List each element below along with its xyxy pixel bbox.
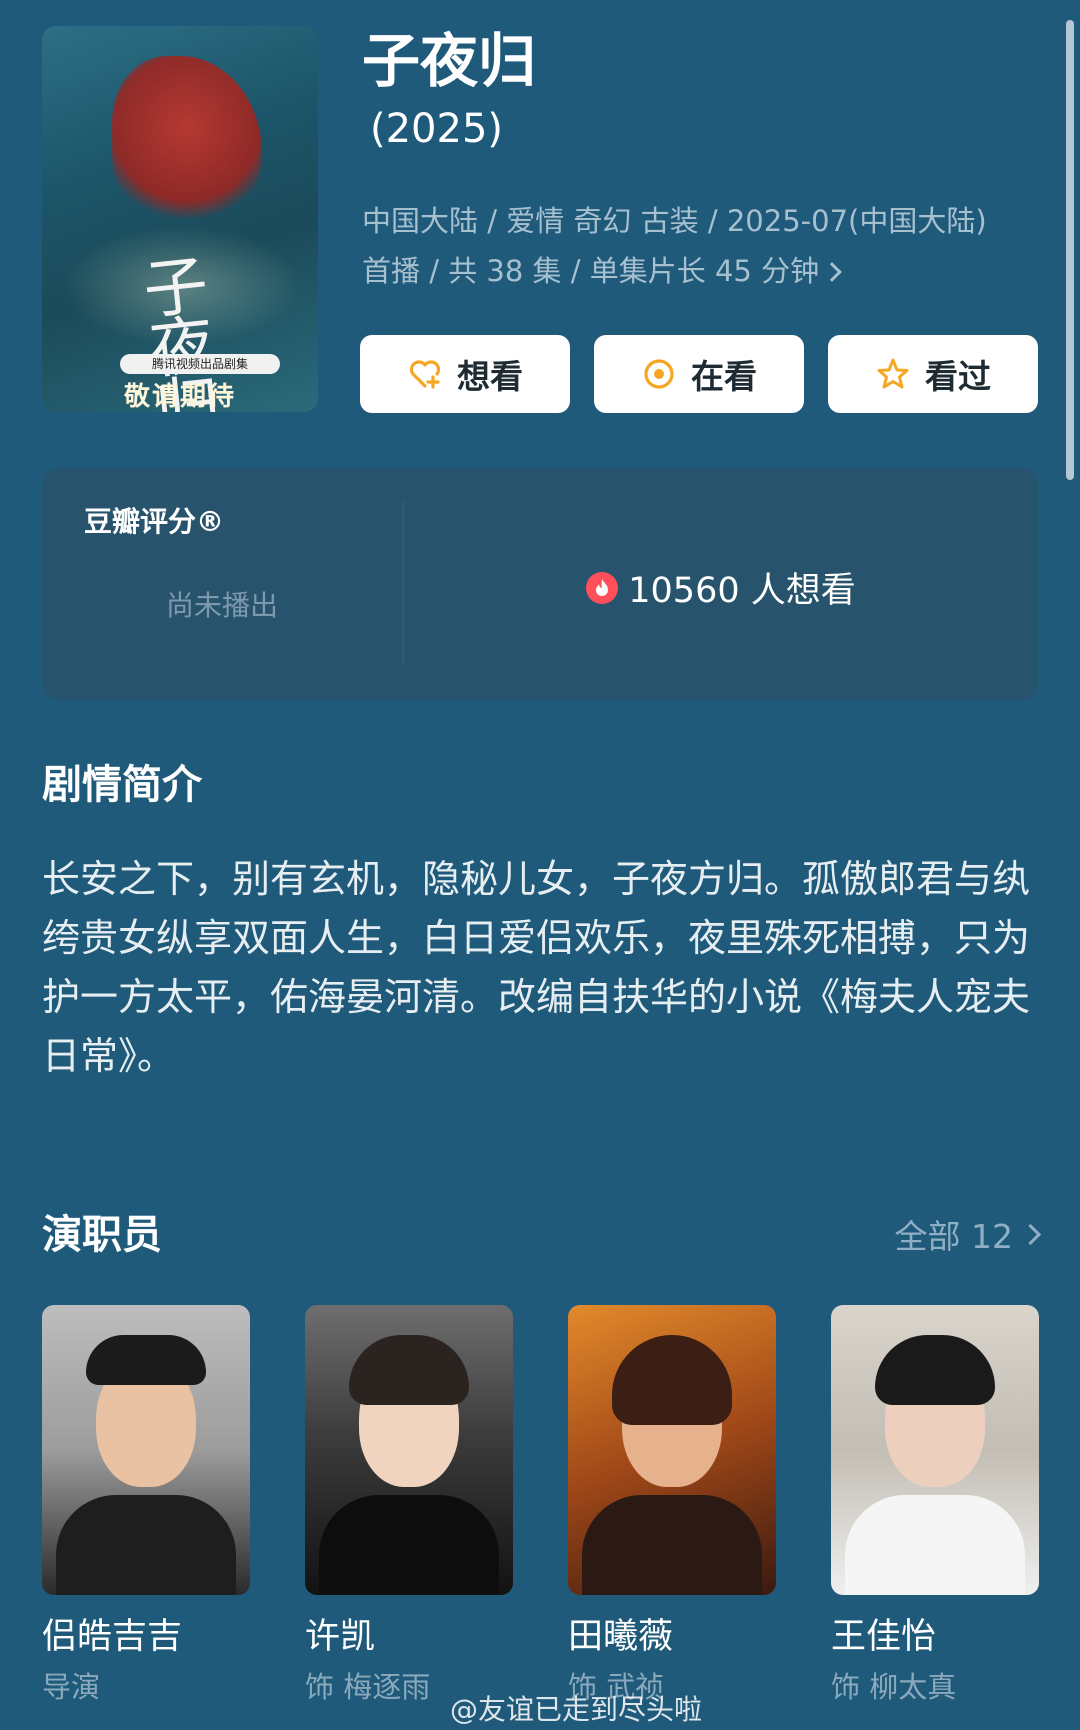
- photo-body-shape: [319, 1495, 499, 1595]
- fire-icon: [586, 571, 619, 604]
- cast-member[interactable]: 田曦薇 饰 武祯: [568, 1305, 776, 1707]
- chevron-right-icon: [822, 262, 842, 282]
- photo-hair-shape: [612, 1335, 732, 1425]
- cast-name: 侣皓吉吉: [42, 1617, 183, 1657]
- cast-member[interactable]: 王佳怡 饰 柳太真: [831, 1305, 1039, 1707]
- movie-detail-page: 子夜归 腾讯视频出品剧集 敬请期待 子夜归 (2025) 中国大陆 / 爱情 奇…: [0, 0, 1080, 1730]
- cast-photo: [831, 1305, 1039, 1595]
- cast-role: 饰 柳太真: [831, 1670, 957, 1704]
- page-title: 子夜归: [362, 27, 537, 95]
- want-to-watch-button[interactable]: 想看: [360, 335, 570, 413]
- want-to-watch-label: 想看: [457, 357, 523, 396]
- synopsis-heading: 剧情简介: [42, 762, 202, 808]
- watching-button[interactable]: 在看: [594, 335, 804, 413]
- rating-status: 尚未播出: [165, 589, 278, 622]
- meta-line-1: 中国大陆 / 爱情 奇幻 古装 / 2025-07(中国大陆): [362, 204, 987, 238]
- release-year: (2025): [370, 106, 504, 152]
- poster-bottom-text: 敬请期待: [123, 382, 236, 412]
- cast-photo: [305, 1305, 513, 1595]
- meta-line-2-text: 首播 / 共 38 集 / 单集片长 45 分钟: [362, 254, 820, 288]
- cast-member[interactable]: 侣皓吉吉 导演: [42, 1305, 250, 1707]
- scrollbar[interactable]: [1066, 20, 1074, 480]
- poster-image[interactable]: 子夜归 腾讯视频出品剧集 敬请期待: [42, 26, 318, 412]
- poster-tag: 腾讯视频出品剧集: [120, 354, 280, 374]
- heart-plus-icon: [407, 356, 443, 392]
- cast-name: 田曦薇: [568, 1617, 674, 1657]
- cast-view-all-label: 全部 12: [894, 1217, 1013, 1256]
- watching-label: 在看: [691, 357, 757, 396]
- cast-name: 王佳怡: [831, 1617, 937, 1657]
- photo-body-shape: [56, 1495, 236, 1595]
- poster-figure-art: [112, 56, 262, 236]
- cast-view-all-link[interactable]: 全部 12: [894, 1210, 1042, 1258]
- chevron-right-icon: [1019, 1223, 1042, 1245]
- cast-name: 许凯: [305, 1617, 376, 1657]
- cast-heading: 演职员: [42, 1212, 162, 1258]
- target-circle-icon: [641, 356, 677, 392]
- cast-photo: [568, 1305, 776, 1595]
- synopsis-text: 长安之下，别有玄机，隐秘儿女，子夜方归。孤傲郎君与纨绔贵女纵享双面人生，白日爱侣…: [42, 857, 1031, 1078]
- action-buttons: 想看 在看 看过: [360, 335, 1038, 413]
- want-count: 10560 人想看: [404, 562, 1038, 613]
- photo-body-shape: [845, 1495, 1025, 1595]
- cast-member[interactable]: 许凯 饰 梅逐雨: [305, 1305, 513, 1707]
- photo-body-shape: [582, 1495, 762, 1595]
- watermark: @友谊已走到尽头啦: [450, 1693, 703, 1726]
- photo-hair-shape: [86, 1335, 206, 1385]
- want-count-text: 10560 人想看: [628, 571, 856, 611]
- watched-label: 看过: [925, 357, 991, 396]
- photo-hair-shape: [875, 1335, 995, 1405]
- watched-button[interactable]: 看过: [828, 335, 1038, 413]
- photo-hair-shape: [349, 1335, 469, 1405]
- star-icon: [875, 356, 911, 392]
- cast-role: 导演: [42, 1670, 101, 1704]
- rating-card[interactable]: 豆瓣评分® 尚未播出 10560 人想看: [42, 468, 1038, 700]
- cast-photo: [42, 1305, 250, 1595]
- meta-line-2: 首播 / 共 38 集 / 单集片长 45 分钟: [362, 246, 1052, 296]
- rating-label: 豆瓣评分®: [84, 505, 225, 538]
- show-meta[interactable]: 中国大陆 / 爱情 奇幻 古装 / 2025-07(中国大陆) 首播 / 共 3…: [362, 196, 1052, 296]
- cast-list: 侣皓吉吉 导演 许凯 饰 梅逐雨 田曦薇 饰 武祯 王佳怡 饰 柳太真: [42, 1305, 1042, 1725]
